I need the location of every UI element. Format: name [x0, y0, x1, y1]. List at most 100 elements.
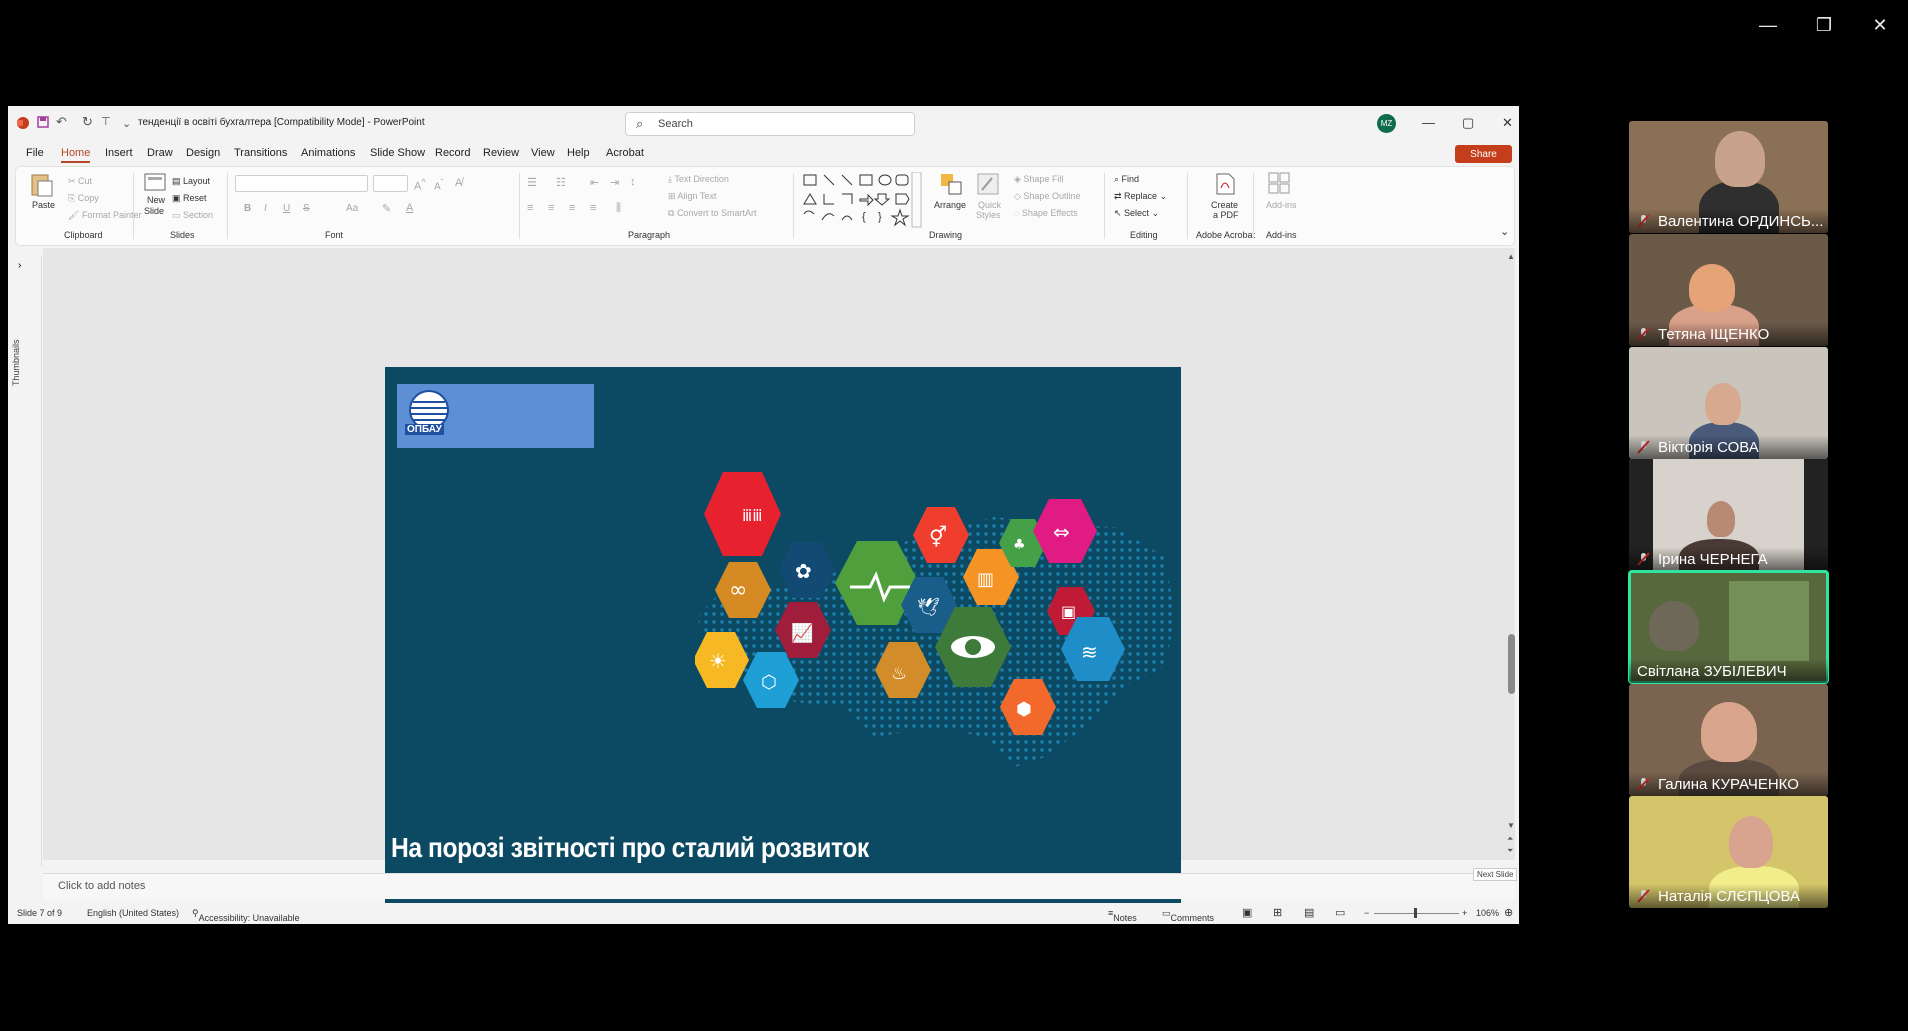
- addins-icon[interactable]: [1268, 172, 1290, 194]
- new-slide-label-1[interactable]: New: [147, 195, 165, 205]
- new-slide-label-2[interactable]: Slide: [144, 206, 164, 216]
- italic-button[interactable]: I: [264, 203, 267, 214]
- share-button[interactable]: Share: [1455, 145, 1512, 163]
- shapes-gallery[interactable]: {}: [802, 172, 922, 228]
- slide-sorter-icon[interactable]: ⊞: [1273, 906, 1282, 919]
- change-case-button[interactable]: Aa: [346, 203, 358, 214]
- notes-placeholder[interactable]: Click to add notes: [58, 880, 145, 892]
- font-shrink-icon[interactable]: Aˇ: [434, 177, 443, 192]
- zoom-out-icon[interactable]: −: [1364, 908, 1369, 918]
- find-button[interactable]: ⌕ Find: [1114, 174, 1139, 185]
- tab-transitions[interactable]: Transitions: [234, 147, 287, 159]
- quick-styles-icon[interactable]: [976, 172, 1000, 196]
- redo-icon[interactable]: ↻: [82, 114, 93, 130]
- notes-button[interactable]: ≡ Notes: [1108, 908, 1137, 923]
- align-text-button[interactable]: ⊞ Align Text: [668, 191, 716, 202]
- pp-restore-button[interactable]: ▢: [1462, 115, 1474, 131]
- tab-help[interactable]: Help: [567, 147, 590, 159]
- notes-pane[interactable]: Click to add notes: [43, 873, 1515, 899]
- zoom-thumb[interactable]: [1414, 908, 1417, 918]
- vertical-scrollbar[interactable]: ▲ ▼ ⏶ ⏷: [1505, 252, 1517, 857]
- bullets-icon[interactable]: ☰: [527, 176, 537, 189]
- font-size-select[interactable]: [373, 175, 408, 192]
- collapse-ribbon-icon[interactable]: ⌄: [1500, 225, 1509, 238]
- cut-button[interactable]: ✂ Cut: [68, 176, 92, 187]
- zoom-level[interactable]: 106%: [1476, 908, 1499, 918]
- fit-slide-icon[interactable]: ⊕: [1504, 906, 1513, 919]
- tab-draw[interactable]: Draw: [147, 147, 173, 159]
- tab-record[interactable]: Record: [435, 147, 470, 159]
- customize-qat-icon[interactable]: ⌄: [122, 117, 131, 130]
- slideshow-icon[interactable]: ▭: [1335, 906, 1345, 919]
- font-grow-icon[interactable]: A^: [414, 177, 426, 193]
- align-right-icon[interactable]: ≡: [569, 202, 575, 214]
- new-slide-icon[interactable]: [144, 173, 166, 191]
- text-direction-button[interactable]: ⤓ Text Direction: [668, 174, 729, 185]
- line-spacing-icon[interactable]: ↕: [630, 176, 636, 188]
- replace-button[interactable]: ⇄ Replace ⌄: [1114, 191, 1167, 202]
- quick-styles-label-1[interactable]: Quick: [978, 200, 1001, 210]
- thumbnails-pane[interactable]: › Thumbnails: [8, 256, 42, 866]
- shape-outline-button[interactable]: ◇ Shape Outline: [1014, 191, 1080, 202]
- strikethrough-button[interactable]: S: [303, 203, 310, 214]
- columns-icon[interactable]: ⫼: [616, 202, 621, 215]
- comments-button[interactable]: ▭ Comments: [1162, 908, 1214, 923]
- justify-icon[interactable]: ≡: [590, 202, 596, 214]
- tab-review[interactable]: Review: [483, 147, 519, 159]
- shape-fill-button[interactable]: ◈ Shape Fill: [1014, 174, 1063, 185]
- participant-tile[interactable]: Тетяна ІЩЕНКО: [1629, 234, 1828, 346]
- highlight-icon[interactable]: ✎: [382, 202, 391, 215]
- create-pdf-label-2[interactable]: a PDF: [1213, 210, 1239, 220]
- close-button[interactable]: ✕: [1852, 10, 1908, 40]
- tab-home[interactable]: Home: [61, 147, 91, 163]
- underline-button[interactable]: U: [283, 203, 290, 214]
- scroll-up-icon[interactable]: ▲: [1507, 252, 1515, 261]
- section-button[interactable]: ▭ Section: [172, 210, 213, 221]
- participant-tile[interactable]: Наталія СЛЄПЦОВА: [1629, 796, 1828, 908]
- slide-title[interactable]: На порозі звітності про сталий розвиток: [391, 832, 869, 864]
- create-pdf-icon[interactable]: [1214, 172, 1236, 196]
- font-color-icon[interactable]: A: [406, 202, 413, 214]
- pp-minimize-button[interactable]: —: [1422, 115, 1435, 130]
- bold-button[interactable]: B: [244, 203, 251, 214]
- zoom-in-icon[interactable]: +: [1462, 908, 1467, 918]
- align-left-icon[interactable]: ≡: [527, 202, 533, 214]
- addins-label[interactable]: Add-ins: [1266, 200, 1297, 210]
- align-center-icon[interactable]: ≡: [548, 202, 554, 214]
- participant-tile-active[interactable]: Світлана ЗУБІЛЕВИЧ: [1628, 570, 1829, 684]
- tab-view[interactable]: View: [531, 147, 555, 159]
- reading-view-icon[interactable]: ▤: [1304, 906, 1314, 919]
- copy-button[interactable]: ⎘ Copy: [68, 193, 99, 204]
- arrange-icon[interactable]: [939, 172, 965, 196]
- previous-slide-icon[interactable]: ⏶: [1507, 834, 1513, 844]
- select-button[interactable]: ↖ Select ⌄: [1114, 208, 1159, 219]
- save-icon[interactable]: [37, 116, 49, 128]
- restore-button[interactable]: ❐: [1796, 10, 1852, 40]
- normal-view-icon[interactable]: ▣: [1242, 906, 1252, 919]
- slide[interactable]: ОПБАУ ⅲⅲ ∞ ✿ 📈 ☀ ⬡ ⚥ 🕊 ▥ ♣ ⇔ ▣ ≋ ♨ ⬢ На …: [385, 367, 1181, 924]
- font-family-select[interactable]: [235, 175, 368, 192]
- indent-decrease-icon[interactable]: ⇤: [590, 176, 599, 189]
- shape-effects-button[interactable]: ◌ Shape Effects: [1014, 208, 1078, 218]
- tab-acrobat[interactable]: Acrobat: [606, 147, 644, 159]
- participant-tile[interactable]: Вікторія СОВА: [1629, 347, 1828, 459]
- reset-button[interactable]: ▣ Reset: [172, 193, 207, 204]
- accessibility-status[interactable]: ⚲ Accessibility: Unavailable: [192, 908, 300, 923]
- numbering-icon[interactable]: ☷: [556, 176, 566, 189]
- pp-close-button[interactable]: ✕: [1502, 115, 1513, 131]
- layout-button[interactable]: ▤ Layout: [172, 176, 210, 187]
- tab-animations[interactable]: Animations: [301, 147, 355, 159]
- convert-smartart-button[interactable]: ⧉ Convert to SmartArt: [668, 208, 756, 219]
- create-pdf-label-1[interactable]: Create: [1211, 200, 1238, 210]
- tab-slide-show[interactable]: Slide Show: [370, 147, 425, 159]
- tab-file[interactable]: File: [26, 147, 44, 159]
- participant-tile[interactable]: Валентина ОРДИНСЬ...: [1629, 121, 1828, 233]
- undo-icon[interactable]: ↶: [56, 114, 67, 130]
- avatar[interactable]: MZ: [1377, 114, 1396, 133]
- arrange-label[interactable]: Arrange: [934, 200, 966, 210]
- expand-thumbnails-icon[interactable]: ›: [18, 260, 21, 271]
- tab-insert[interactable]: Insert: [105, 147, 133, 159]
- participant-tile[interactable]: Ірина ЧЕРНЕГА: [1629, 459, 1828, 571]
- scroll-down-icon[interactable]: ▼: [1507, 821, 1515, 830]
- clear-format-icon[interactable]: A̸: [455, 177, 462, 189]
